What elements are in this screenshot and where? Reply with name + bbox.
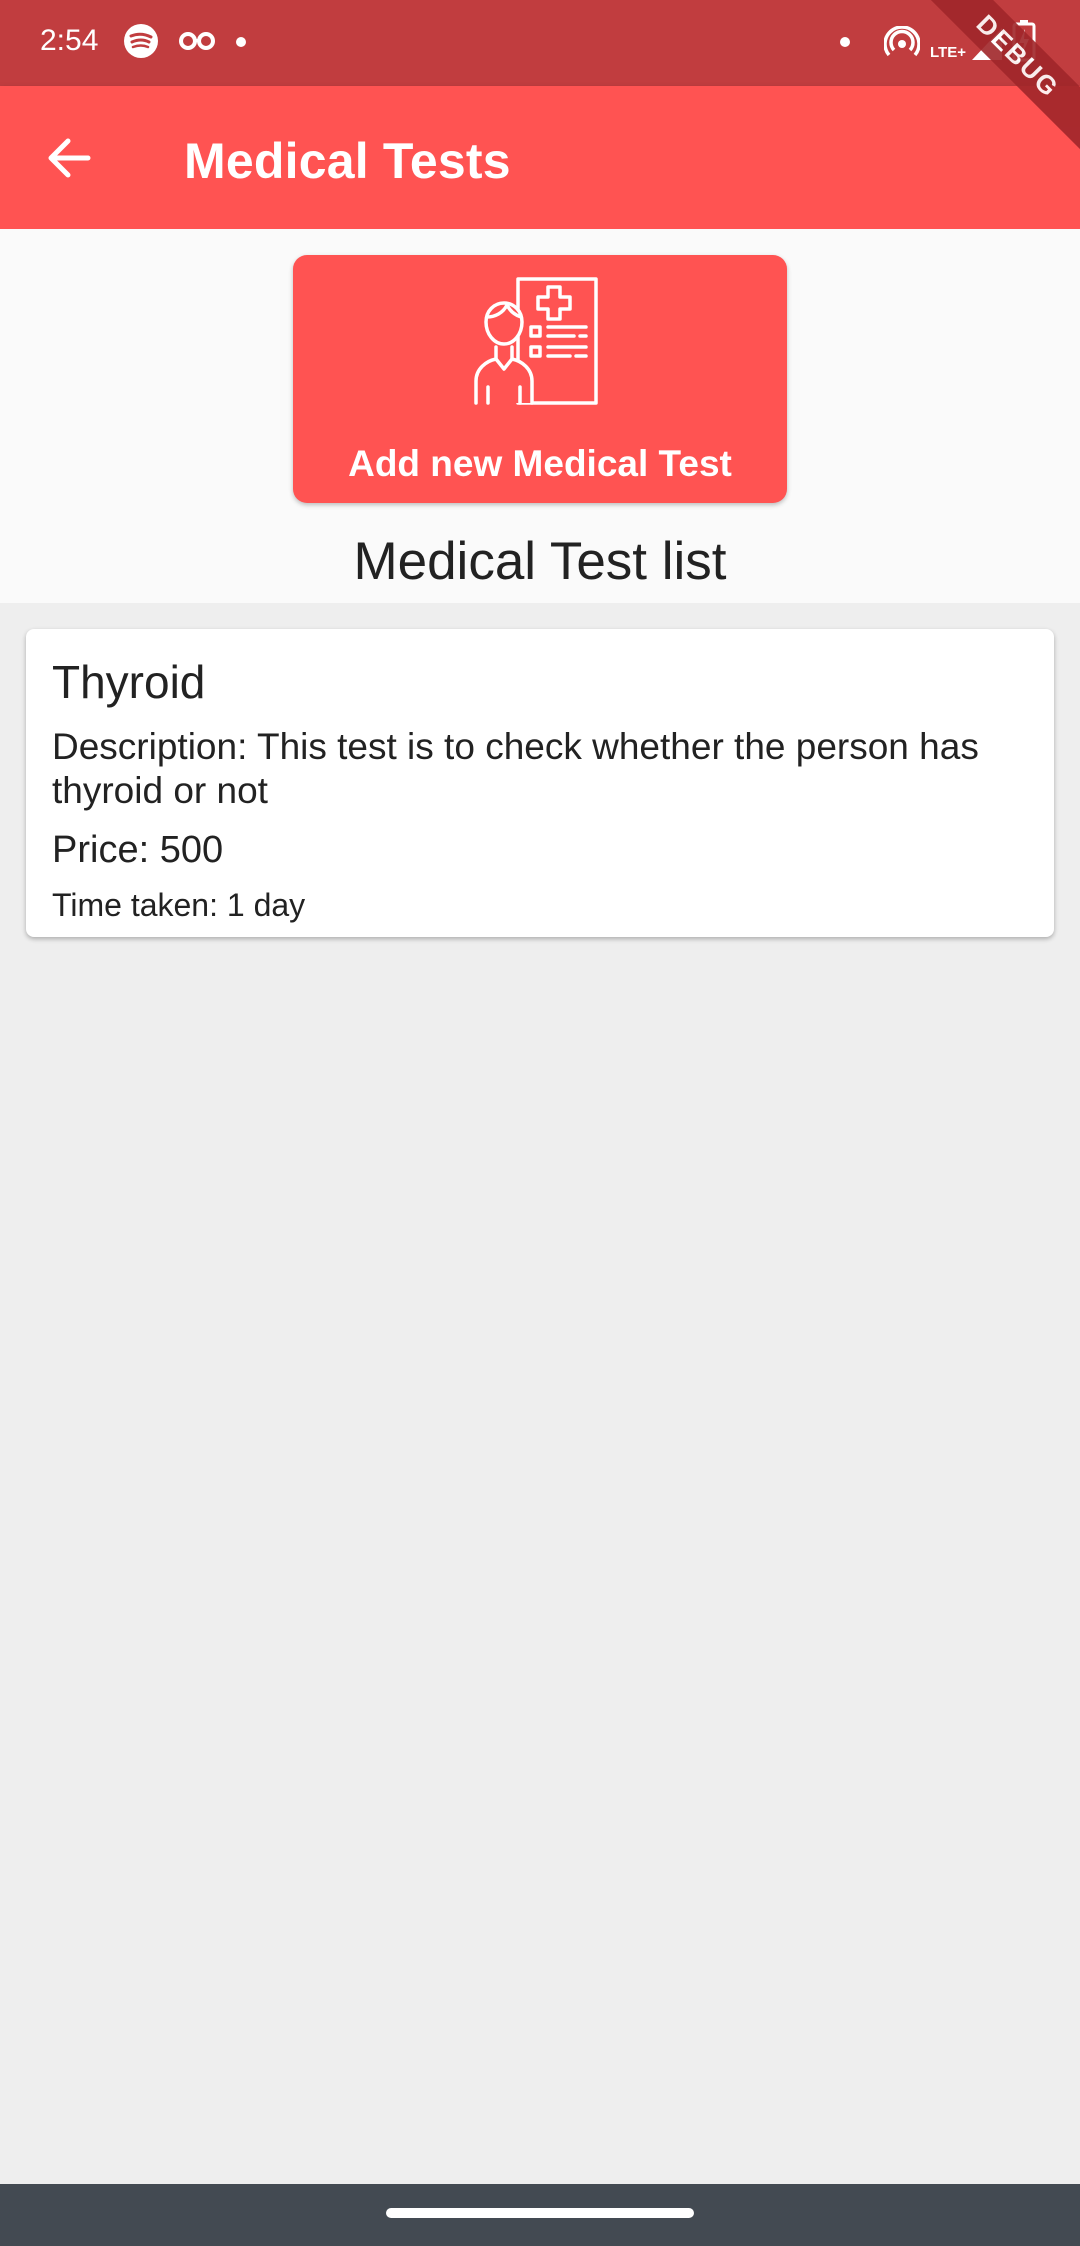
home-handle[interactable] [386,2208,694,2218]
dot-icon [236,37,246,47]
list-heading: Medical Test list [353,532,727,591]
arrow-back-icon [48,138,91,178]
system-nav-bar [0,2184,1080,2246]
test-description: Description: This test is to check wheth… [52,726,979,811]
page-title: Medical Tests [184,133,511,189]
header-area: Add new Medical Test Medical Test list [0,229,1080,603]
add-medical-test-label: Add new Medical Test [348,443,732,484]
add-medical-test-button[interactable]: Add new Medical Test [293,255,787,503]
status-time: 2:54 [40,24,99,57]
dot-icon [840,37,850,47]
spotify-icon [124,24,158,58]
status-bar: 2:54 LTE+ [0,0,1080,86]
hotspot-icon [884,26,920,57]
test-time-taken: Time taken: 1 day [52,887,306,923]
medical-report-icon [474,277,598,405]
test-price: Price: 500 [52,829,224,871]
test-name: Thyroid [52,656,206,708]
lte-label: LTE+ [930,44,966,61]
glasses-icon [179,32,215,50]
back-button[interactable] [38,126,102,190]
medical-test-card[interactable]: Thyroid Description: This test is to che… [26,629,1054,937]
app-bar: Medical Tests [0,86,1080,229]
